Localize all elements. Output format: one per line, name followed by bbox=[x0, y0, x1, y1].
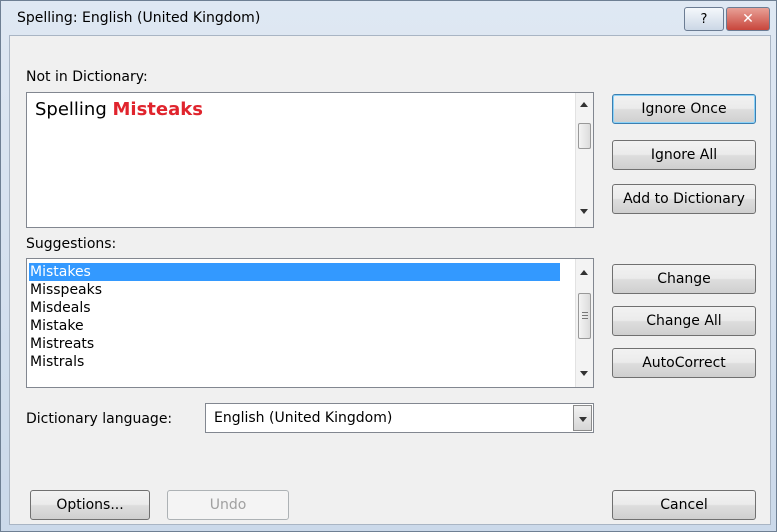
autocorrect-button[interactable]: AutoCorrect bbox=[612, 348, 756, 378]
dropdown-button[interactable] bbox=[573, 405, 592, 431]
close-button[interactable]: ✕ bbox=[726, 7, 770, 31]
scroll-down-icon[interactable] bbox=[580, 371, 588, 376]
dictionary-language-select[interactable]: English (United Kingdom) bbox=[205, 403, 594, 433]
close-icon: ✕ bbox=[742, 11, 754, 27]
scrollbar-thumb[interactable] bbox=[578, 293, 591, 339]
not-in-dictionary-label: Not in Dictionary: bbox=[26, 69, 148, 85]
correct-word: Spelling bbox=[35, 99, 113, 120]
dictionary-language-label: Dictionary language: bbox=[26, 411, 173, 427]
undo-button[interactable]: Undo bbox=[167, 490, 289, 520]
suggestion-item[interactable]: Misdeals bbox=[29, 299, 560, 317]
change-button[interactable]: Change bbox=[612, 264, 756, 294]
textbox-scrollbar[interactable] bbox=[575, 93, 593, 227]
spelling-dialog: Spelling: English (United Kingdom) ? ✕ N… bbox=[0, 0, 777, 532]
dialog-body: Not in Dictionary: Spelling Misteaks Sug… bbox=[9, 35, 771, 525]
chevron-down-icon bbox=[579, 417, 587, 422]
title-bar[interactable]: Spelling: English (United Kingdom) ? ✕ bbox=[1, 1, 776, 35]
ignore-all-button[interactable]: Ignore All bbox=[612, 140, 756, 170]
cancel-button[interactable]: Cancel bbox=[612, 490, 756, 520]
scroll-down-icon[interactable] bbox=[580, 209, 588, 214]
misspelled-word: Misteaks bbox=[112, 99, 203, 120]
suggestion-item[interactable]: Misspeaks bbox=[29, 281, 560, 299]
suggestions-list[interactable]: Mistakes Misspeaks Misdeals Mistake Mist… bbox=[26, 258, 594, 388]
scroll-up-icon[interactable] bbox=[580, 270, 588, 275]
help-button[interactable]: ? bbox=[684, 7, 724, 31]
dictionary-language-value: English (United Kingdom) bbox=[214, 410, 393, 426]
suggestions-scrollbar[interactable] bbox=[575, 259, 593, 387]
scrollbar-thumb[interactable] bbox=[578, 123, 591, 149]
sentence-text: Spelling Misteaks bbox=[35, 99, 203, 120]
add-to-dictionary-button[interactable]: Add to Dictionary bbox=[612, 184, 756, 214]
ignore-once-button[interactable]: Ignore Once bbox=[612, 94, 756, 124]
options-button[interactable]: Options... bbox=[30, 490, 150, 520]
not-in-dictionary-textbox[interactable]: Spelling Misteaks bbox=[26, 92, 594, 228]
dialog-title: Spelling: English (United Kingdom) bbox=[17, 10, 261, 26]
scroll-up-icon[interactable] bbox=[580, 102, 588, 107]
suggestions-label: Suggestions: bbox=[26, 236, 117, 252]
suggestion-item[interactable]: Mistreats bbox=[29, 335, 560, 353]
help-icon: ? bbox=[700, 11, 708, 27]
suggestion-item[interactable]: Mistrals bbox=[29, 353, 560, 371]
suggestion-item[interactable]: Mistakes bbox=[29, 263, 560, 281]
suggestion-item[interactable]: Mistake bbox=[29, 317, 560, 335]
change-all-button[interactable]: Change All bbox=[612, 306, 756, 336]
